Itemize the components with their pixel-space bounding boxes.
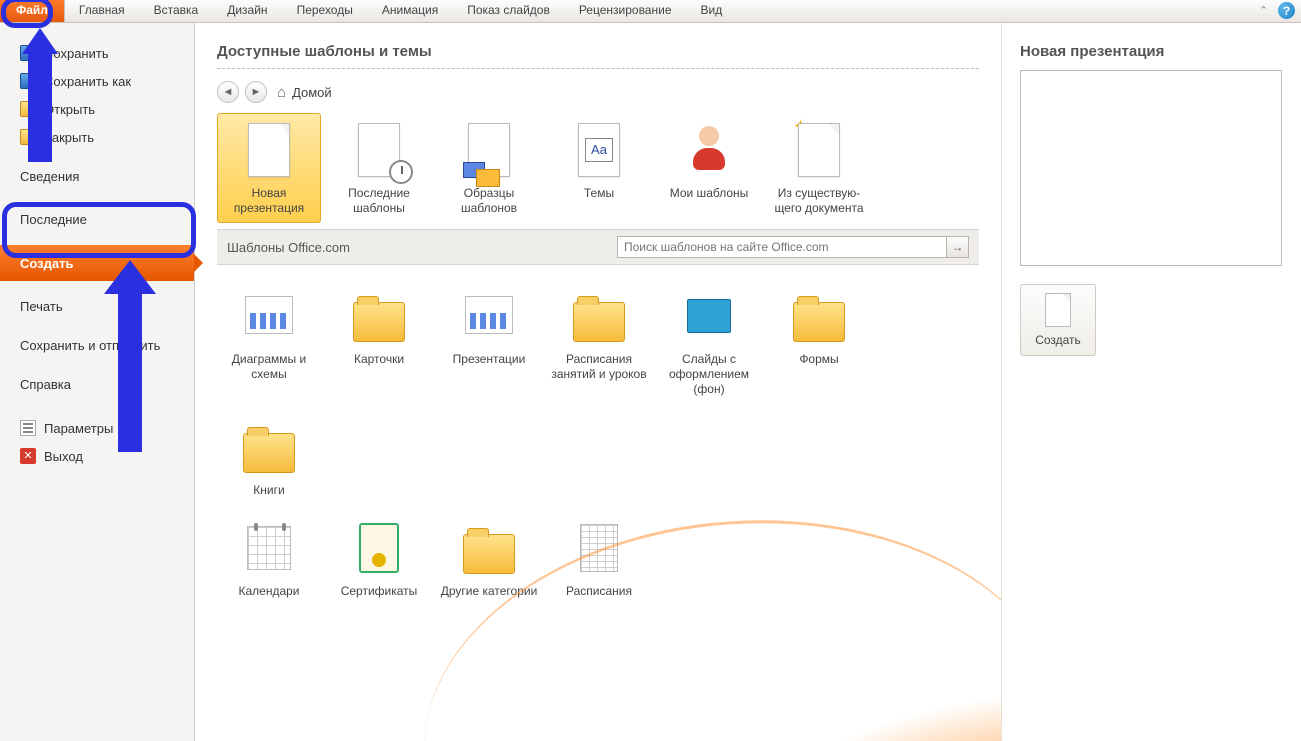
tile-cards[interactable]: Карточки xyxy=(327,279,431,404)
open-icon xyxy=(20,101,36,117)
tile-from-existing[interactable]: ✦ Из существую­щего документа xyxy=(767,113,871,223)
search-go-button[interactable]: → xyxy=(947,236,969,258)
help-icon[interactable]: ? xyxy=(1278,2,1295,19)
tab-insert[interactable]: Вставка xyxy=(140,0,214,22)
sidebar-label: Сведения xyxy=(20,169,79,184)
folder-icon xyxy=(793,302,845,342)
tab-design[interactable]: Дизайн xyxy=(213,0,282,22)
office-templates-bar: Шаблоны Office.com → xyxy=(217,229,979,265)
sidebar-label: Сохранить как xyxy=(44,74,131,89)
tile-forms[interactable]: Формы xyxy=(767,279,871,404)
home-icon[interactable]: ⌂ xyxy=(277,84,286,101)
template-row-local: Новая презентация Последние шаблоны Обра… xyxy=(217,113,979,223)
tab-view[interactable]: Вид xyxy=(687,0,738,22)
user-icon xyxy=(689,126,729,174)
tab-animation[interactable]: Анимация xyxy=(368,0,453,22)
options-icon xyxy=(20,420,36,436)
sidebar-print[interactable]: Печать xyxy=(0,293,194,320)
tab-transitions[interactable]: Переходы xyxy=(283,0,368,22)
tile-more-categories[interactable]: Другие категории xyxy=(437,511,541,606)
folder-icon xyxy=(463,534,515,574)
sidebar-recent[interactable]: Последние xyxy=(0,206,194,233)
backstage-sidebar: Сохранить Сохранить как Открыть Закрыть … xyxy=(0,23,195,741)
save-icon xyxy=(20,45,36,61)
clock-icon xyxy=(389,160,413,184)
slide-icon xyxy=(687,299,731,333)
chart-icon xyxy=(465,296,513,334)
tile-slide-designs[interactable]: Слайды с оформлением (фон) xyxy=(657,279,761,404)
content-heading: Доступные шаблоны и темы xyxy=(217,43,979,60)
tile-diagrams[interactable]: Диаграммы и схемы xyxy=(217,279,321,404)
preview-thumbnail xyxy=(1020,70,1282,266)
tab-home[interactable]: Главная xyxy=(65,0,140,22)
tile-schedules-lessons[interactable]: Расписания занятий и уроков xyxy=(547,279,651,404)
ribbon: Файл Главная Вставка Дизайн Переходы Ани… xyxy=(0,0,1301,23)
sidebar-label: Параметры xyxy=(44,421,113,436)
sidebar-save-as[interactable]: Сохранить как xyxy=(0,67,194,95)
tab-file[interactable]: Файл xyxy=(0,0,65,22)
preview-heading: Новая презентация xyxy=(1020,43,1283,60)
tab-slideshow[interactable]: Показ слайдов xyxy=(453,0,565,22)
create-label: Создать xyxy=(1035,333,1081,347)
folder-icon xyxy=(353,302,405,342)
calendar-icon xyxy=(247,526,291,570)
sidebar-help[interactable]: Справка xyxy=(0,371,194,398)
sidebar-share[interactable]: Сохранить и отправить xyxy=(0,332,194,359)
sidebar-label: Сохранить xyxy=(44,46,109,61)
sidebar-label: Печать xyxy=(20,299,63,314)
theme-aa-icon: Aa xyxy=(585,138,613,162)
tile-presentations[interactable]: Презентации xyxy=(437,279,541,404)
table-icon xyxy=(580,524,618,572)
create-button[interactable]: Создать xyxy=(1020,284,1096,356)
preview-panel: Новая презентация Создать xyxy=(1001,23,1301,741)
save-as-icon xyxy=(20,73,36,89)
sidebar-label: Создать xyxy=(20,256,73,271)
sidebar-label: Справка xyxy=(20,377,71,392)
doc-icon xyxy=(798,123,840,177)
tile-my-templates[interactable]: Мои шаблоны xyxy=(657,113,761,223)
ribbon-collapse-icon[interactable]: ⌃ xyxy=(1255,2,1272,19)
template-row-office-1: Диаграммы и схемы Карточки Презентации Р… xyxy=(217,279,979,505)
breadcrumb-home[interactable]: Домой xyxy=(292,85,332,100)
backstage-content: Доступные шаблоны и темы ◄ ► ⌂ Домой Нов… xyxy=(195,23,1001,741)
sidebar-open[interactable]: Открыть xyxy=(0,95,194,123)
folder-icon xyxy=(243,433,295,473)
sidebar-exit[interactable]: ✕ Выход xyxy=(0,442,194,470)
create-doc-icon xyxy=(1045,293,1071,327)
sidebar-options[interactable]: Параметры xyxy=(0,414,194,442)
sidebar-label: Выход xyxy=(44,449,83,464)
certificate-icon xyxy=(359,523,399,573)
office-search-input[interactable] xyxy=(617,236,947,258)
tile-themes[interactable]: Aa Темы xyxy=(547,113,651,223)
template-nav: ◄ ► ⌂ Домой xyxy=(217,75,979,113)
sidebar-label: Открыть xyxy=(44,102,95,117)
tile-blank-presentation[interactable]: Новая презентация xyxy=(217,113,321,223)
divider xyxy=(217,68,979,69)
sidebar-label: Последние xyxy=(20,212,87,227)
sidebar-label: Закрыть xyxy=(44,130,94,145)
template-row-office-2: Календари Сертификаты Другие категории Р… xyxy=(217,511,979,606)
chart-icon xyxy=(245,296,293,334)
nav-back-button[interactable]: ◄ xyxy=(217,81,239,103)
tile-calendars[interactable]: Календари xyxy=(217,511,321,606)
folder-icon xyxy=(573,302,625,342)
exit-icon: ✕ xyxy=(20,448,36,464)
blank-doc-icon xyxy=(248,123,290,177)
nav-forward-button[interactable]: ► xyxy=(245,81,267,103)
close-icon xyxy=(20,129,36,145)
screens-icon xyxy=(463,162,485,178)
sidebar-close[interactable]: Закрыть xyxy=(0,123,194,151)
sidebar-save[interactable]: Сохранить xyxy=(0,39,194,67)
sidebar-new[interactable]: Создать xyxy=(0,245,194,281)
tile-sample-templates[interactable]: Образцы шаблонов xyxy=(437,113,541,223)
office-bar-label: Шаблоны Office.com xyxy=(227,240,350,255)
tile-books[interactable]: Книги xyxy=(217,410,321,505)
sidebar-label: Сохранить и отправить xyxy=(20,338,160,353)
sidebar-info[interactable]: Сведения xyxy=(0,163,194,190)
tile-schedules[interactable]: Расписания xyxy=(547,511,651,606)
tab-review[interactable]: Рецензирование xyxy=(565,0,687,22)
tile-recent-templates[interactable]: Последние шаблоны xyxy=(327,113,431,223)
tile-certificates[interactable]: Сертификаты xyxy=(327,511,431,606)
